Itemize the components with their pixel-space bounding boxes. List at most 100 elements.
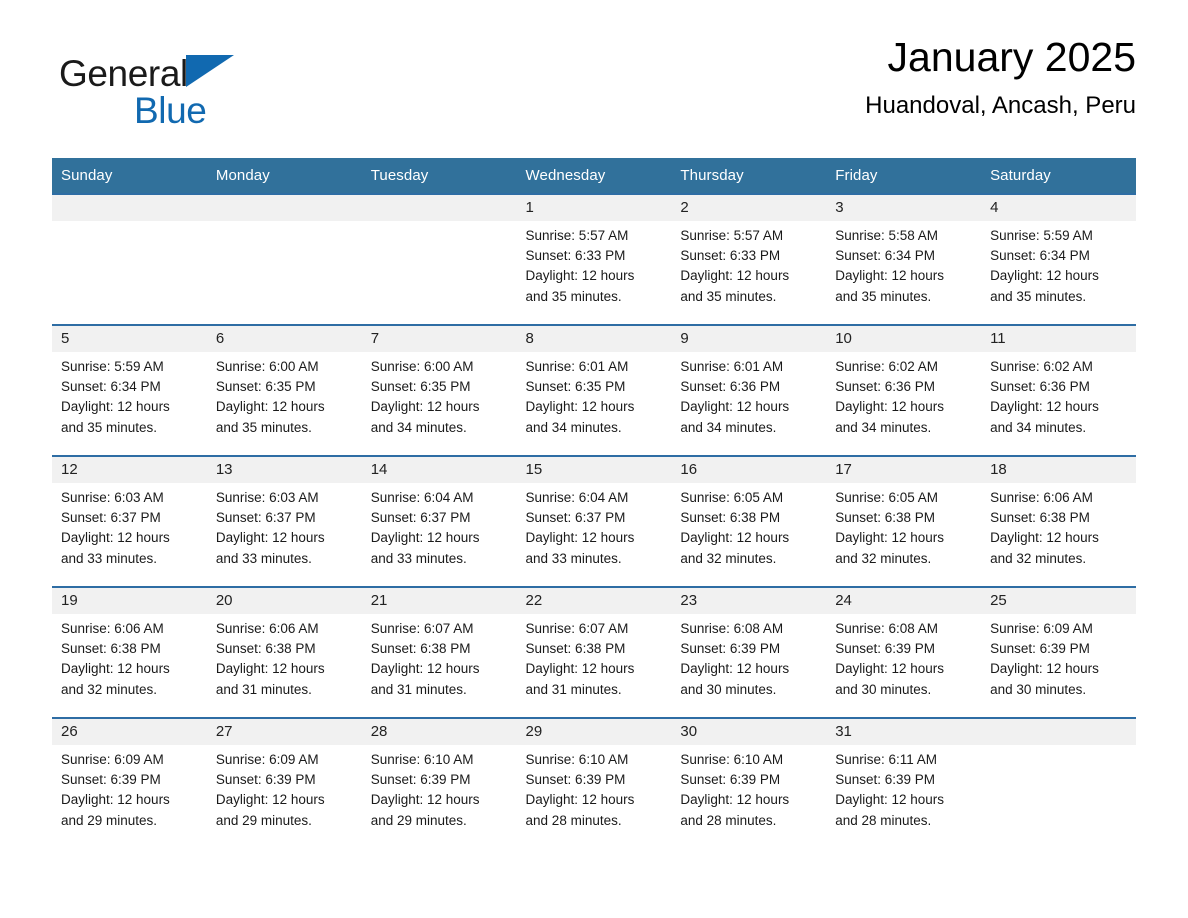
day-details: Sunrise: 6:02 AM Sunset: 6:36 PM Daylight:… — [981, 352, 1136, 438]
calendar-day-cell[interactable]: 23 Sunrise: 6:08 AM Sunset: 6:39 PM Dayligh… — [671, 587, 827, 718]
day-detail-line: Sunset: 6:35 PM — [215, 379, 316, 395]
day-number: 17 — [826, 457, 982, 483]
day-detail-line: Sunset: 6:34 PM — [61, 379, 161, 395]
day-detail-line: Sunset: 6:39 PM — [835, 772, 936, 788]
day-detail-line: Daylight: 12 hours — [680, 661, 790, 677]
calendar-day-cell[interactable]: 28 Sunrise: 6:10 AM Sunset: 6:39 PM Dayligh… — [361, 718, 517, 831]
day-detail-line: Daylight: 12 hours — [680, 268, 790, 284]
day-detail-line: Sunrise: 6:10 AM — [680, 752, 784, 767]
day-detail-line: Sunset: 6:38 PM — [370, 641, 471, 657]
day-detail-line: and 32 minutes. — [61, 681, 158, 697]
day-number: 15 — [516, 457, 672, 483]
day-detail-line: Sunset: 6:36 PM — [990, 379, 1090, 395]
weekday-header-sunday: Sunday — [52, 158, 207, 194]
day-detail-line: Sunset: 6:39 PM — [680, 641, 781, 657]
sunrise-sunset-calendar: Sunday Monday Tuesday Wednesday Thursday… — [52, 158, 1136, 831]
day-number: 30 — [671, 719, 827, 745]
calendar-day-cell[interactable]: 5 Sunrise: 5:59 AM Sunset: 6:34 PM Daylight… — [52, 325, 207, 456]
day-details: Sunrise: 6:10 AM Sunset: 6:39 PM Daylight:… — [671, 745, 826, 831]
day-details: Sunrise: 5:57 AM Sunset: 6:33 PM Daylight:… — [671, 221, 826, 307]
day-number: 13 — [206, 457, 362, 483]
day-detail-line: Sunrise: 5:58 AM — [835, 228, 939, 243]
calendar-week-row: 26 Sunrise: 6:09 AM Sunset: 6:39 PM Dayligh… — [52, 718, 1136, 831]
day-number: 16 — [671, 457, 827, 483]
calendar-day-cell[interactable]: 21 Sunrise: 6:07 AM Sunset: 6:38 PM Dayligh… — [361, 587, 517, 718]
calendar-day-cell[interactable]: 17 Sunrise: 6:05 AM Sunset: 6:38 PM Dayligh… — [826, 456, 982, 587]
calendar-day-cell[interactable]: 4 Sunrise: 5:59 AM Sunset: 6:34 PM Daylight… — [981, 194, 1136, 325]
calendar-day-cell[interactable]: 26 Sunrise: 6:09 AM Sunset: 6:39 PM Dayligh… — [52, 718, 207, 831]
day-detail-line: and 32 minutes. — [680, 550, 777, 566]
day-number: 14 — [361, 457, 517, 483]
calendar-day-cell[interactable]: 16 Sunrise: 6:05 AM Sunset: 6:38 PM Dayligh… — [671, 456, 827, 587]
calendar-day-cell[interactable]: 31 Sunrise: 6:11 AM Sunset: 6:39 PM Dayligh… — [826, 718, 982, 831]
calendar-day-cell[interactable]: 3 Sunrise: 5:58 AM Sunset: 6:34 PM Daylight… — [826, 194, 982, 325]
page-header: General Blue January 2025 Huandoval, Anc… — [52, 35, 1136, 146]
calendar-day-cell[interactable]: 22 Sunrise: 6:07 AM Sunset: 6:38 PM Dayligh… — [516, 587, 672, 718]
day-detail-line: Sunrise: 6:11 AM — [835, 752, 938, 767]
day-number: 27 — [206, 719, 362, 745]
day-number — [981, 719, 1136, 745]
calendar-day-cell[interactable]: 30 Sunrise: 6:10 AM Sunset: 6:39 PM Dayligh… — [671, 718, 827, 831]
day-detail-line: and 28 minutes. — [680, 812, 777, 828]
day-number: 26 — [52, 719, 207, 745]
day-detail-line: Sunrise: 6:06 AM — [215, 621, 319, 636]
day-number: 20 — [206, 588, 362, 614]
day-detail-line: Sunrise: 6:07 AM — [525, 621, 629, 636]
calendar-day-cell[interactable]: 25 Sunrise: 6:09 AM Sunset: 6:39 PM Dayligh… — [981, 587, 1136, 718]
calendar-day-cell[interactable]: 11 Sunrise: 6:02 AM Sunset: 6:36 PM Dayligh… — [981, 325, 1136, 456]
calendar-day-cell[interactable]: 18 Sunrise: 6:06 AM Sunset: 6:38 PM Dayligh… — [981, 456, 1136, 587]
day-number: 24 — [826, 588, 982, 614]
day-number: 1 — [516, 195, 672, 221]
calendar-day-cell[interactable]: 15 Sunrise: 6:04 AM Sunset: 6:37 PM Dayligh… — [516, 456, 672, 587]
day-number: 19 — [52, 588, 207, 614]
day-detail-line: Sunrise: 6:07 AM — [370, 621, 474, 636]
day-number: 23 — [671, 588, 827, 614]
calendar-day-cell[interactable]: 10 Sunrise: 6:02 AM Sunset: 6:36 PM Dayligh… — [826, 325, 982, 456]
day-details: Sunrise: 6:05 AM Sunset: 6:38 PM Daylight:… — [826, 483, 981, 569]
day-details — [362, 221, 517, 226]
day-detail-line: Daylight: 12 hours — [990, 661, 1099, 677]
day-details: Sunrise: 6:05 AM Sunset: 6:38 PM Daylight:… — [671, 483, 826, 569]
calendar-day-cell[interactable]: 27 Sunrise: 6:09 AM Sunset: 6:39 PM Dayligh… — [206, 718, 362, 831]
generalblue-logo[interactable]: General Blue — [59, 52, 359, 142]
calendar-day-cell[interactable]: 1 Sunrise: 5:57 AM Sunset: 6:33 PM Daylight… — [516, 194, 672, 325]
day-detail-line: and 32 minutes. — [835, 550, 932, 566]
day-detail-line: Sunrise: 6:01 AM — [680, 359, 784, 374]
day-details: Sunrise: 6:02 AM Sunset: 6:36 PM Daylight:… — [826, 352, 981, 438]
calendar-day-cell[interactable]: 14 Sunrise: 6:04 AM Sunset: 6:37 PM Dayligh… — [361, 456, 517, 587]
day-details: Sunrise: 6:10 AM Sunset: 6:39 PM Daylight:… — [517, 745, 672, 831]
day-number — [206, 195, 362, 221]
day-details: Sunrise: 6:07 AM Sunset: 6:38 PM Daylight:… — [517, 614, 672, 700]
calendar-day-cell[interactable]: 6 Sunrise: 6:00 AM Sunset: 6:35 PM Daylight… — [206, 325, 362, 456]
calendar-day-cell[interactable]: 24 Sunrise: 6:08 AM Sunset: 6:39 PM Dayligh… — [826, 587, 982, 718]
day-detail-line: and 31 minutes. — [370, 681, 467, 697]
day-detail-line: Sunrise: 6:10 AM — [525, 752, 629, 767]
day-detail-line: Sunset: 6:33 PM — [525, 248, 626, 264]
day-detail-line: Daylight: 12 hours — [370, 661, 480, 677]
day-details: Sunrise: 6:01 AM Sunset: 6:35 PM Daylight:… — [517, 352, 672, 438]
day-detail-line: Sunrise: 5:59 AM — [990, 228, 1093, 243]
day-detail-line: Daylight: 12 hours — [370, 399, 480, 415]
day-detail-line: Sunrise: 5:57 AM — [525, 228, 629, 243]
day-number: 25 — [981, 588, 1136, 614]
day-detail-line: Daylight: 12 hours — [990, 268, 1099, 284]
calendar-day-cell[interactable]: 7 Sunrise: 6:00 AM Sunset: 6:35 PM Daylight… — [361, 325, 517, 456]
day-number: 3 — [826, 195, 982, 221]
day-detail-line: and 35 minutes. — [835, 288, 932, 304]
calendar-day-cell[interactable]: 2 Sunrise: 5:57 AM Sunset: 6:33 PM Daylight… — [671, 194, 827, 325]
calendar-day-cell[interactable]: 19 Sunrise: 6:06 AM Sunset: 6:38 PM Dayligh… — [52, 587, 207, 718]
calendar-day-cell[interactable]: 12 Sunrise: 6:03 AM Sunset: 6:37 PM Dayligh… — [52, 456, 207, 587]
calendar-day-cell[interactable]: 8 Sunrise: 6:01 AM Sunset: 6:35 PM Daylight… — [516, 325, 672, 456]
calendar-day-cell[interactable]: 20 Sunrise: 6:06 AM Sunset: 6:38 PM Dayligh… — [206, 587, 362, 718]
day-detail-line: Sunset: 6:37 PM — [215, 510, 316, 526]
calendar-day-cell[interactable]: 9 Sunrise: 6:01 AM Sunset: 6:36 PM Daylight… — [671, 325, 827, 456]
calendar-day-cell[interactable]: 29 Sunrise: 6:10 AM Sunset: 6:39 PM Dayligh… — [516, 718, 672, 831]
day-details: Sunrise: 6:09 AM Sunset: 6:39 PM Daylight:… — [207, 745, 362, 831]
calendar-header-row: Sunday Monday Tuesday Wednesday Thursday… — [52, 158, 1136, 194]
calendar-day-cell[interactable]: 13 Sunrise: 6:03 AM Sunset: 6:37 PM Dayligh… — [206, 456, 362, 587]
day-details — [207, 221, 362, 226]
day-number — [52, 195, 207, 221]
day-detail-line: and 29 minutes. — [215, 812, 312, 828]
day-detail-line: Sunrise: 6:05 AM — [835, 490, 939, 505]
day-detail-line: Sunrise: 6:09 AM — [215, 752, 319, 767]
